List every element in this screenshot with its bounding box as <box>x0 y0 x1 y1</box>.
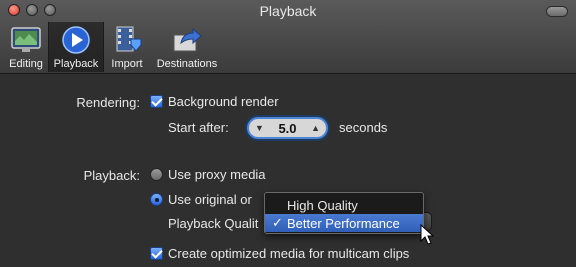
seconds-label: seconds <box>339 120 388 135</box>
tab-import[interactable]: Import <box>104 22 150 72</box>
filmstrip-arrow-icon <box>110 24 144 56</box>
share-arrow-icon <box>170 24 204 56</box>
window-title: Playback <box>259 3 317 19</box>
start-after-stepper[interactable]: ▼ 5.0 ▲ <box>247 117 328 139</box>
title-bar: Playback Editing Playback Import Destina… <box>0 0 576 74</box>
tab-editing-label: Editing <box>9 58 43 70</box>
rendering-label: Rendering: <box>76 95 140 110</box>
use-original-row: Use original or <box>150 192 252 207</box>
tab-playback[interactable]: Playback <box>48 22 104 72</box>
use-proxy-radio[interactable] <box>150 168 163 181</box>
create-optimized-label: Create optimized media for multicam clip… <box>168 246 410 261</box>
toolbar: Editing Playback Import Destinations <box>4 22 224 72</box>
start-after-value[interactable]: 5.0 <box>278 121 296 136</box>
tab-import-label: Import <box>111 58 143 70</box>
tab-destinations[interactable]: Destinations <box>150 22 224 72</box>
checkmark-icon: ✓ <box>272 215 283 230</box>
background-render-label: Background render <box>168 94 279 109</box>
playback-label: Playback: <box>83 168 140 183</box>
toolbar-toggle-button[interactable] <box>546 6 568 17</box>
play-icon <box>59 24 93 56</box>
playback-quality-label: Playback Qualit <box>168 216 259 231</box>
create-optimized-row: Create optimized media for multicam clip… <box>150 246 409 261</box>
increment-arrow-icon[interactable]: ▲ <box>311 123 320 133</box>
create-optimized-checkbox[interactable] <box>150 247 163 260</box>
preferences-pane: Rendering: Background render Start after… <box>0 75 576 267</box>
background-render-checkbox[interactable] <box>150 95 163 108</box>
decrement-arrow-icon[interactable]: ▼ <box>255 123 264 133</box>
tab-playback-label: Playback <box>53 58 99 70</box>
start-after-label: Start after: <box>168 120 229 135</box>
use-original-radio[interactable] <box>150 193 163 206</box>
mouse-pointer-icon <box>420 224 435 245</box>
menu-item-better-performance[interactable]: ✓ Better Performance <box>265 214 423 232</box>
use-original-label: Use original or <box>168 192 252 207</box>
tab-editing[interactable]: Editing <box>4 22 48 72</box>
use-proxy-label: Use proxy media <box>168 167 266 182</box>
playback-quality-menu: High Quality ✓ Better Performance <box>264 192 424 234</box>
use-proxy-row: Use proxy media <box>150 167 266 182</box>
tab-destinations-label: Destinations <box>156 58 218 70</box>
background-render-row: Background render <box>150 94 279 109</box>
film-monitor-icon <box>9 24 43 56</box>
menu-item-high-quality[interactable]: High Quality <box>265 196 423 214</box>
